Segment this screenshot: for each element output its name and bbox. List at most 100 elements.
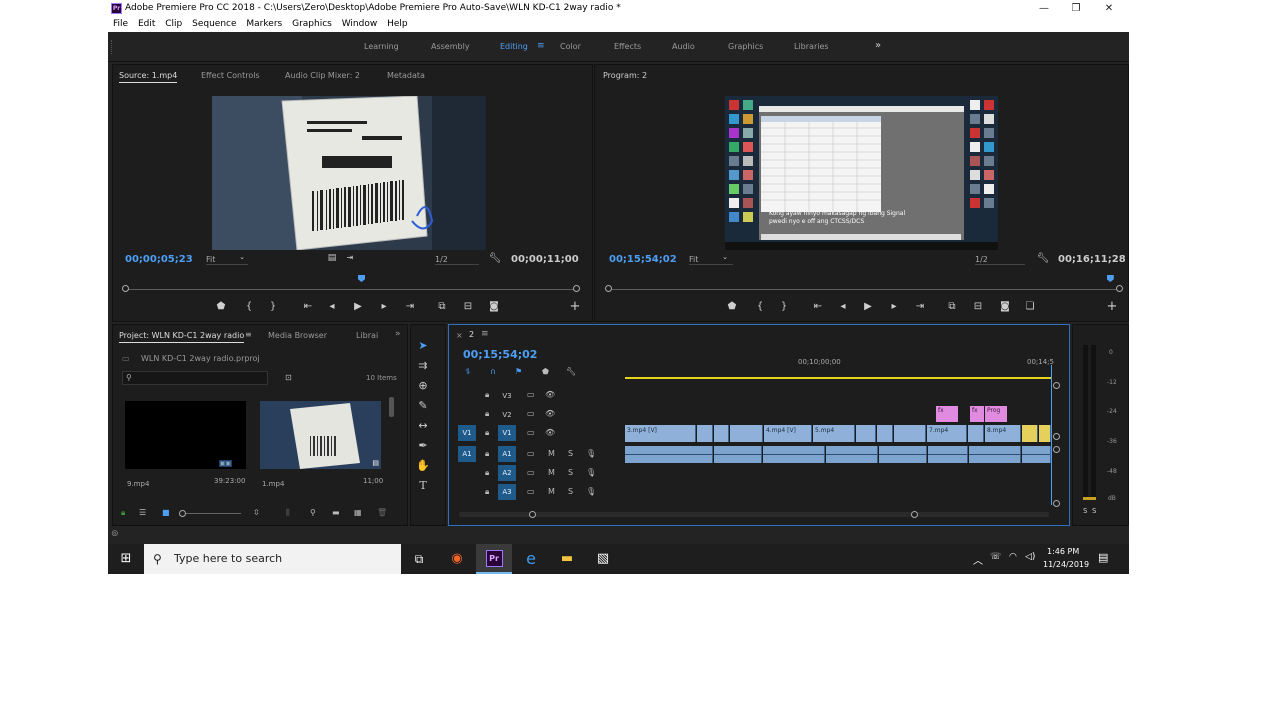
task-view-icon[interactable]: ⧉	[401, 544, 437, 574]
source-out-handle[interactable]	[573, 285, 580, 292]
add-marker-icon[interactable]: ⬟	[725, 301, 739, 312]
workspace-learning[interactable]: Learning	[364, 42, 399, 51]
track-v1-label[interactable]: V1	[498, 425, 516, 441]
lock-icon[interactable]: 🔒︎	[485, 449, 489, 459]
menu-file[interactable]: File	[113, 19, 128, 29]
microphone-icon[interactable]: 🎙︎	[586, 449, 596, 458]
source-playhead[interactable]	[358, 275, 365, 282]
clip-thumbnail-1[interactable]: ▤	[260, 401, 381, 469]
track-select-tool-icon[interactable]: ⇉	[415, 359, 431, 372]
fx-clip-2[interactable]: fx	[970, 406, 984, 422]
tab-effect-controls[interactable]: Effect Controls	[201, 71, 260, 80]
workspace-audio[interactable]: Audio	[672, 42, 695, 51]
step-forward-icon[interactable]: ▸	[887, 301, 901, 312]
sync-lock-icon[interactable]: ▭	[527, 468, 535, 477]
v1-clip-4[interactable]: 4.mp4 [V]	[764, 425, 812, 442]
v1-clip[interactable]	[1022, 425, 1038, 442]
pen-tool-icon[interactable]: ✒	[415, 439, 431, 452]
source-settings-icon[interactable]: ▤	[325, 253, 339, 263]
timeline-menu-icon[interactable]: ≡	[481, 329, 489, 339]
a1-clip[interactable]	[879, 446, 927, 463]
tab-media-browser[interactable]: Media Browser	[268, 331, 327, 340]
tab-program[interactable]: Program: 2	[603, 71, 647, 80]
chevron-up-icon[interactable]: ︿	[973, 552, 983, 567]
action-center-icon[interactable]: ▤	[1098, 551, 1108, 564]
zoom-slider-handle[interactable]	[179, 510, 186, 517]
source-patch-v1[interactable]: V1	[458, 425, 476, 441]
lock-icon[interactable]: 🔒︎	[485, 487, 489, 497]
new-bin-icon[interactable]: ▬	[332, 508, 340, 517]
step-back-icon[interactable]: ◂	[836, 301, 850, 312]
razor-tool-icon[interactable]: ✎	[415, 399, 431, 412]
find-icon[interactable]: ⚲	[310, 508, 316, 517]
menu-sequence[interactable]: Sequence	[192, 19, 236, 29]
scroll-end-handle[interactable]	[911, 511, 918, 518]
sequence-tab[interactable]: 2	[469, 330, 474, 339]
ubuntu-app-icon[interactable]: ◉	[439, 544, 475, 574]
work-area-bar[interactable]	[625, 377, 1051, 379]
workspace-effects[interactable]: Effects	[614, 42, 641, 51]
v1-clip-3[interactable]: 3.mp4 [V]	[625, 425, 696, 442]
sync-lock-icon[interactable]: ▭	[527, 390, 535, 399]
restore-icon[interactable]: ❐	[1059, 0, 1093, 17]
nest-toggle-icon[interactable]: ⥮	[465, 367, 471, 377]
network-icon[interactable]: ◠	[1009, 552, 1017, 562]
mark-in-icon[interactable]: {	[753, 301, 767, 312]
step-forward-icon[interactable]: ▸	[377, 301, 391, 312]
eye-icon[interactable]: 👁︎	[545, 428, 555, 437]
mute-button[interactable]: M	[548, 487, 555, 496]
zoom-slider[interactable]	[181, 513, 241, 514]
prog-clip[interactable]: Prog	[985, 406, 1007, 422]
workspace-graphics[interactable]: Graphics	[728, 42, 763, 51]
track-a1-label[interactable]: A1	[498, 446, 516, 462]
tab-libraries[interactable]: Librai	[356, 331, 378, 340]
go-to-in-icon[interactable]: ⇤	[811, 301, 825, 312]
source-current-timecode[interactable]: 00;00;05;23	[125, 254, 193, 265]
v1-clip-8[interactable]: 8.mp4	[985, 425, 1021, 442]
vertical-zoom-handle[interactable]	[1053, 500, 1060, 507]
go-to-in-icon[interactable]: ⇤	[301, 301, 315, 312]
icon-view-icon[interactable]: ■	[162, 508, 170, 517]
list-view-icon[interactable]: ☰	[139, 508, 146, 517]
sort-icon[interactable]: ⇳	[253, 508, 260, 517]
add-button-icon[interactable]: +	[568, 299, 582, 314]
a1-clip[interactable]	[625, 446, 713, 463]
linked-selection-icon[interactable]: ⚑	[515, 367, 522, 376]
track-a3-label[interactable]: A3	[498, 484, 516, 500]
sync-lock-icon[interactable]: ▭	[527, 428, 535, 437]
file-explorer-icon[interactable]: ▬	[549, 544, 585, 574]
program-scrub-bar[interactable]	[610, 289, 1120, 290]
lock-icon[interactable]: 🔒︎	[485, 390, 489, 400]
a1-clip[interactable]	[928, 446, 968, 463]
project-search-input[interactable]: ⚲	[122, 371, 268, 385]
snap-icon[interactable]: ∩	[490, 367, 496, 376]
add-button-icon[interactable]: +	[1105, 299, 1119, 314]
v1-clip[interactable]	[1039, 425, 1051, 442]
selection-tool-icon[interactable]: ➤	[415, 339, 431, 352]
hand-tool-icon[interactable]: ✋	[415, 459, 431, 472]
insert-overwrite-icon[interactable]: ⇥	[343, 253, 357, 262]
microphone-icon[interactable]: 🎙︎	[586, 468, 596, 477]
workspace-libraries[interactable]: Libraries	[794, 42, 829, 51]
source-patch-a1[interactable]: A1	[458, 446, 476, 462]
menu-help[interactable]: Help	[387, 19, 408, 29]
eye-icon[interactable]: 👁︎	[545, 390, 555, 399]
export-frame-icon[interactable]: ◙	[487, 301, 501, 312]
v1-clip[interactable]	[856, 425, 876, 442]
timeline-timecode[interactable]: 00;15;54;02	[463, 348, 537, 361]
overwrite-icon[interactable]: ⊟	[461, 301, 475, 312]
track-v3-label[interactable]: V3	[498, 388, 516, 404]
lift-icon[interactable]: ⧉	[945, 301, 959, 312]
scroll-start-handle[interactable]	[529, 511, 536, 518]
clip-thumbnail-9[interactable]: ▣▣	[125, 401, 246, 469]
v1-clip[interactable]	[714, 425, 729, 442]
more-panels-icon[interactable]: »	[395, 329, 401, 339]
v1-clip[interactable]	[968, 425, 984, 442]
tab-source[interactable]: Source: 1.mp4	[119, 71, 178, 83]
workspaces-more-button[interactable]: »	[875, 40, 881, 51]
play-icon[interactable]: ▶	[861, 301, 875, 312]
menu-clip[interactable]: Clip	[165, 19, 182, 29]
workspace-color[interactable]: Color	[560, 42, 581, 51]
drag-grip-icon[interactable]	[111, 40, 115, 54]
slip-tool-icon[interactable]: ↔	[415, 419, 431, 432]
